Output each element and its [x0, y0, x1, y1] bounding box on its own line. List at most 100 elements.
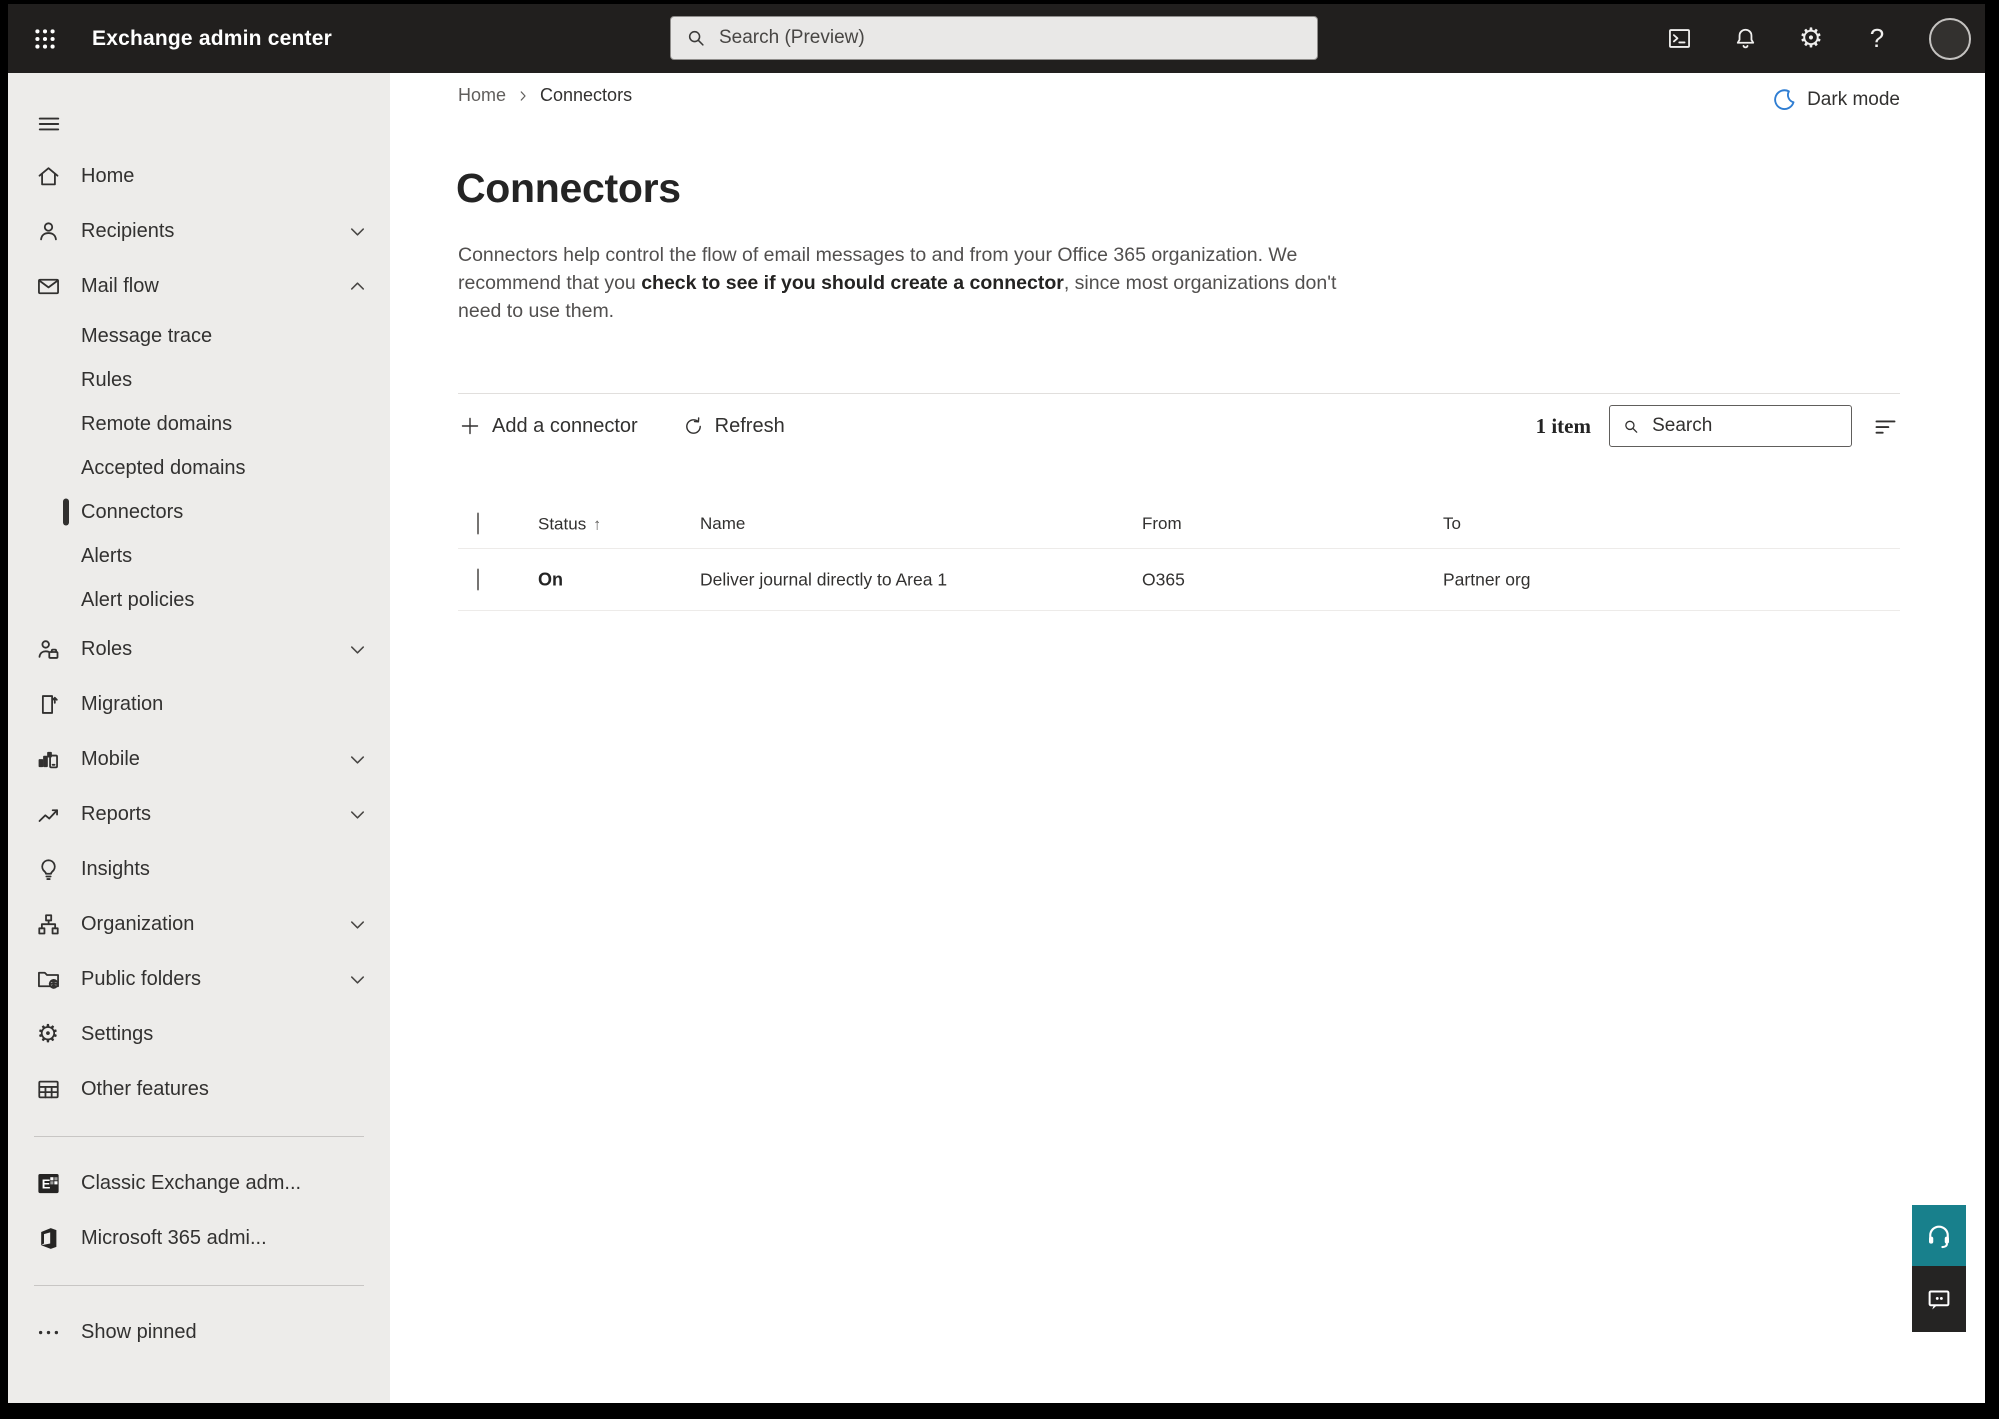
- topbar-actions: ⚙ ?: [1665, 4, 1971, 73]
- sidebar-item-label: Classic Exchange adm...: [81, 1172, 302, 1194]
- sidebar-item-organization[interactable]: Organization: [8, 897, 390, 952]
- plus-icon: [461, 417, 479, 435]
- sort-ascending-icon: ↑: [593, 516, 602, 533]
- sidebar-item-label: Other features: [81, 1078, 209, 1100]
- column-header-from[interactable]: From: [1142, 514, 1182, 534]
- page-title: Connectors: [456, 165, 681, 211]
- chevron-down-icon: [344, 747, 370, 773]
- notifications-button[interactable]: [1731, 25, 1759, 53]
- sidebar-item-label: Message trace: [81, 324, 213, 347]
- home-icon: [34, 163, 62, 191]
- sidebar-item-label: Mail flow: [81, 275, 159, 297]
- sidebar-item-label: Alerts: [81, 544, 133, 567]
- hamburger-icon: [38, 117, 60, 131]
- sidebar-item-label: Migration: [81, 693, 164, 715]
- settings-icon: ⚙: [36, 1020, 60, 1048]
- sidebar-item-remote-domains[interactable]: Remote domains: [8, 402, 390, 446]
- refresh-icon: [685, 416, 701, 434]
- sidebar-item-alert-policies[interactable]: Alert policies: [8, 578, 390, 622]
- filter-button[interactable]: [1870, 411, 1900, 441]
- public-folders-icon: [34, 966, 62, 994]
- row-checkbox[interactable]: [477, 568, 479, 590]
- sidebar-item-label: Remote domains: [81, 412, 233, 435]
- page-description: Connectors help control the flow of emai…: [458, 241, 1338, 325]
- top-app-bar: Exchange admin center Search (Preview) ⚙…: [8, 4, 1985, 73]
- sidebar-item-reports[interactable]: Reports: [8, 787, 390, 842]
- sidebar-item-show-pinned[interactable]: Show pinned: [8, 1305, 390, 1360]
- account-avatar[interactable]: [1929, 17, 1971, 60]
- toolbar-right: 1 item: [1536, 405, 1900, 447]
- terminal-button[interactable]: [1665, 25, 1693, 53]
- app-launcher-button[interactable]: [22, 16, 68, 62]
- sidebar-item-settings[interactable]: ⚙ Settings: [8, 1007, 390, 1062]
- terminal-icon: [1668, 29, 1690, 48]
- row-to: Partner org: [1443, 569, 1531, 589]
- sidebar-item-rules[interactable]: Rules: [8, 358, 390, 402]
- help-button[interactable]: ?: [1863, 23, 1891, 53]
- chevron-down-icon: [344, 967, 370, 993]
- sidebar-divider: [34, 1285, 364, 1286]
- sidebar-item-alerts[interactable]: Alerts: [8, 534, 390, 578]
- insights-icon: [34, 856, 62, 884]
- sidebar-item-label: Mobile: [81, 748, 140, 770]
- sidebar-item-migration[interactable]: Migration: [8, 677, 390, 732]
- sidebar-item-home[interactable]: Home: [8, 149, 390, 204]
- mail-icon: [34, 273, 62, 301]
- sidebar-item-insights[interactable]: Insights: [8, 842, 390, 897]
- create-connector-link[interactable]: check to see if you should create a conn…: [641, 272, 1064, 294]
- select-all-checkbox[interactable]: [477, 512, 479, 534]
- other-features-icon: [34, 1076, 62, 1104]
- list-search-input[interactable]: [1652, 415, 1839, 437]
- navigation-sidebar: Home Recipients Mail flow Message trace Rule…: [8, 73, 390, 1403]
- sidebar-item-connectors[interactable]: Connectors: [8, 490, 390, 534]
- sidebar-item-classic-exchange[interactable]: E Classic Exchange adm...: [8, 1156, 390, 1211]
- sidebar-item-microsoft-365[interactable]: Microsoft 365 admi...: [8, 1211, 390, 1266]
- sidebar-item-label: Home: [81, 165, 135, 187]
- sidebar-item-label: Rules: [81, 368, 133, 391]
- feedback-button[interactable]: [1912, 1266, 1966, 1332]
- sidebar-item-label: Roles: [81, 638, 133, 660]
- search-icon: [1625, 420, 1638, 433]
- headset-icon: [1929, 1225, 1949, 1248]
- support-button[interactable]: [1912, 1205, 1966, 1266]
- sidebar-item-label: Connectors: [81, 500, 184, 523]
- item-count: 1 item: [1535, 413, 1591, 438]
- table-row[interactable]: On Deliver journal directly to Area 1 O365…: [458, 549, 1900, 611]
- sidebar-item-public-folders[interactable]: Public folders: [8, 952, 390, 1007]
- bell-icon: [1736, 28, 1754, 49]
- sidebar-item-label: Public folders: [81, 968, 202, 990]
- sidebar-item-label: Reports: [81, 803, 152, 825]
- global-search-box[interactable]: [670, 16, 1318, 60]
- classic-exchange-icon: E: [34, 1170, 62, 1198]
- sidebar-item-other-features[interactable]: Other features: [8, 1062, 390, 1117]
- sidebar-item-mobile[interactable]: Mobile: [8, 732, 390, 787]
- sidebar-item-label: Insights: [81, 858, 150, 880]
- chat-icon: [1928, 1290, 1950, 1310]
- column-header-to[interactable]: To: [1443, 514, 1461, 534]
- global-search-input[interactable]: [719, 27, 1303, 49]
- sidebar-item-message-trace[interactable]: Message trace: [8, 314, 390, 358]
- breadcrumb-home-link[interactable]: Home: [458, 85, 506, 106]
- sidebar-item-accepted-domains[interactable]: Accepted domains: [8, 446, 390, 490]
- sidebar-item-mail-flow[interactable]: Mail flow: [8, 259, 390, 314]
- sidebar-item-roles[interactable]: Roles: [8, 622, 390, 677]
- main-content: Home Connectors Dark mode Connectors Con…: [390, 73, 1985, 1403]
- chevron-down-icon: [344, 802, 370, 828]
- add-connector-button[interactable]: Add a connector: [458, 414, 638, 438]
- search-icon: [688, 30, 704, 46]
- dark-mode-toggle[interactable]: Dark mode: [1772, 87, 1900, 112]
- refresh-button[interactable]: Refresh: [682, 415, 785, 438]
- ellipsis-icon: [34, 1319, 62, 1347]
- column-header-name[interactable]: Name: [700, 514, 745, 534]
- person-icon: [34, 218, 62, 246]
- list-search-box[interactable]: [1609, 405, 1852, 447]
- sidebar-item-recipients[interactable]: Recipients: [8, 204, 390, 259]
- row-name[interactable]: Deliver journal directly to Area 1: [700, 569, 947, 590]
- column-header-status[interactable]: Status ↑: [538, 513, 601, 534]
- chevron-down-icon: [344, 912, 370, 938]
- settings-button[interactable]: ⚙: [1797, 25, 1825, 53]
- filter-icon: [1875, 419, 1895, 434]
- chevron-down-icon: [344, 637, 370, 663]
- collapse-nav-button[interactable]: [26, 101, 72, 147]
- row-checkbox-cell: [477, 568, 479, 590]
